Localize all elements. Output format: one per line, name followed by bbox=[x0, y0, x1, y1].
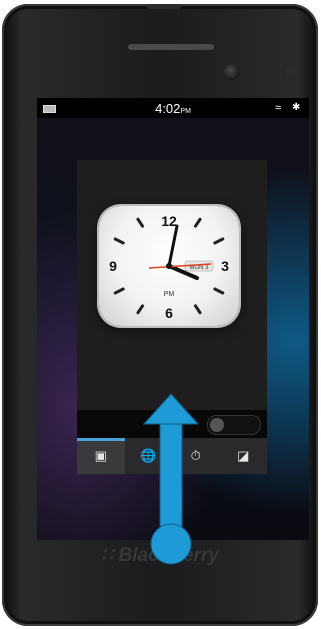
phone-device: 4:02PM ≈ ✱ 12 3 6 9 MON 3 PM ▣ 🌐 ⏱ ◪ ∷ bbox=[2, 4, 318, 626]
gesture-arrowhead bbox=[142, 393, 200, 425]
swipe-up-gesture bbox=[142, 393, 200, 565]
gesture-touch-point bbox=[150, 523, 192, 565]
